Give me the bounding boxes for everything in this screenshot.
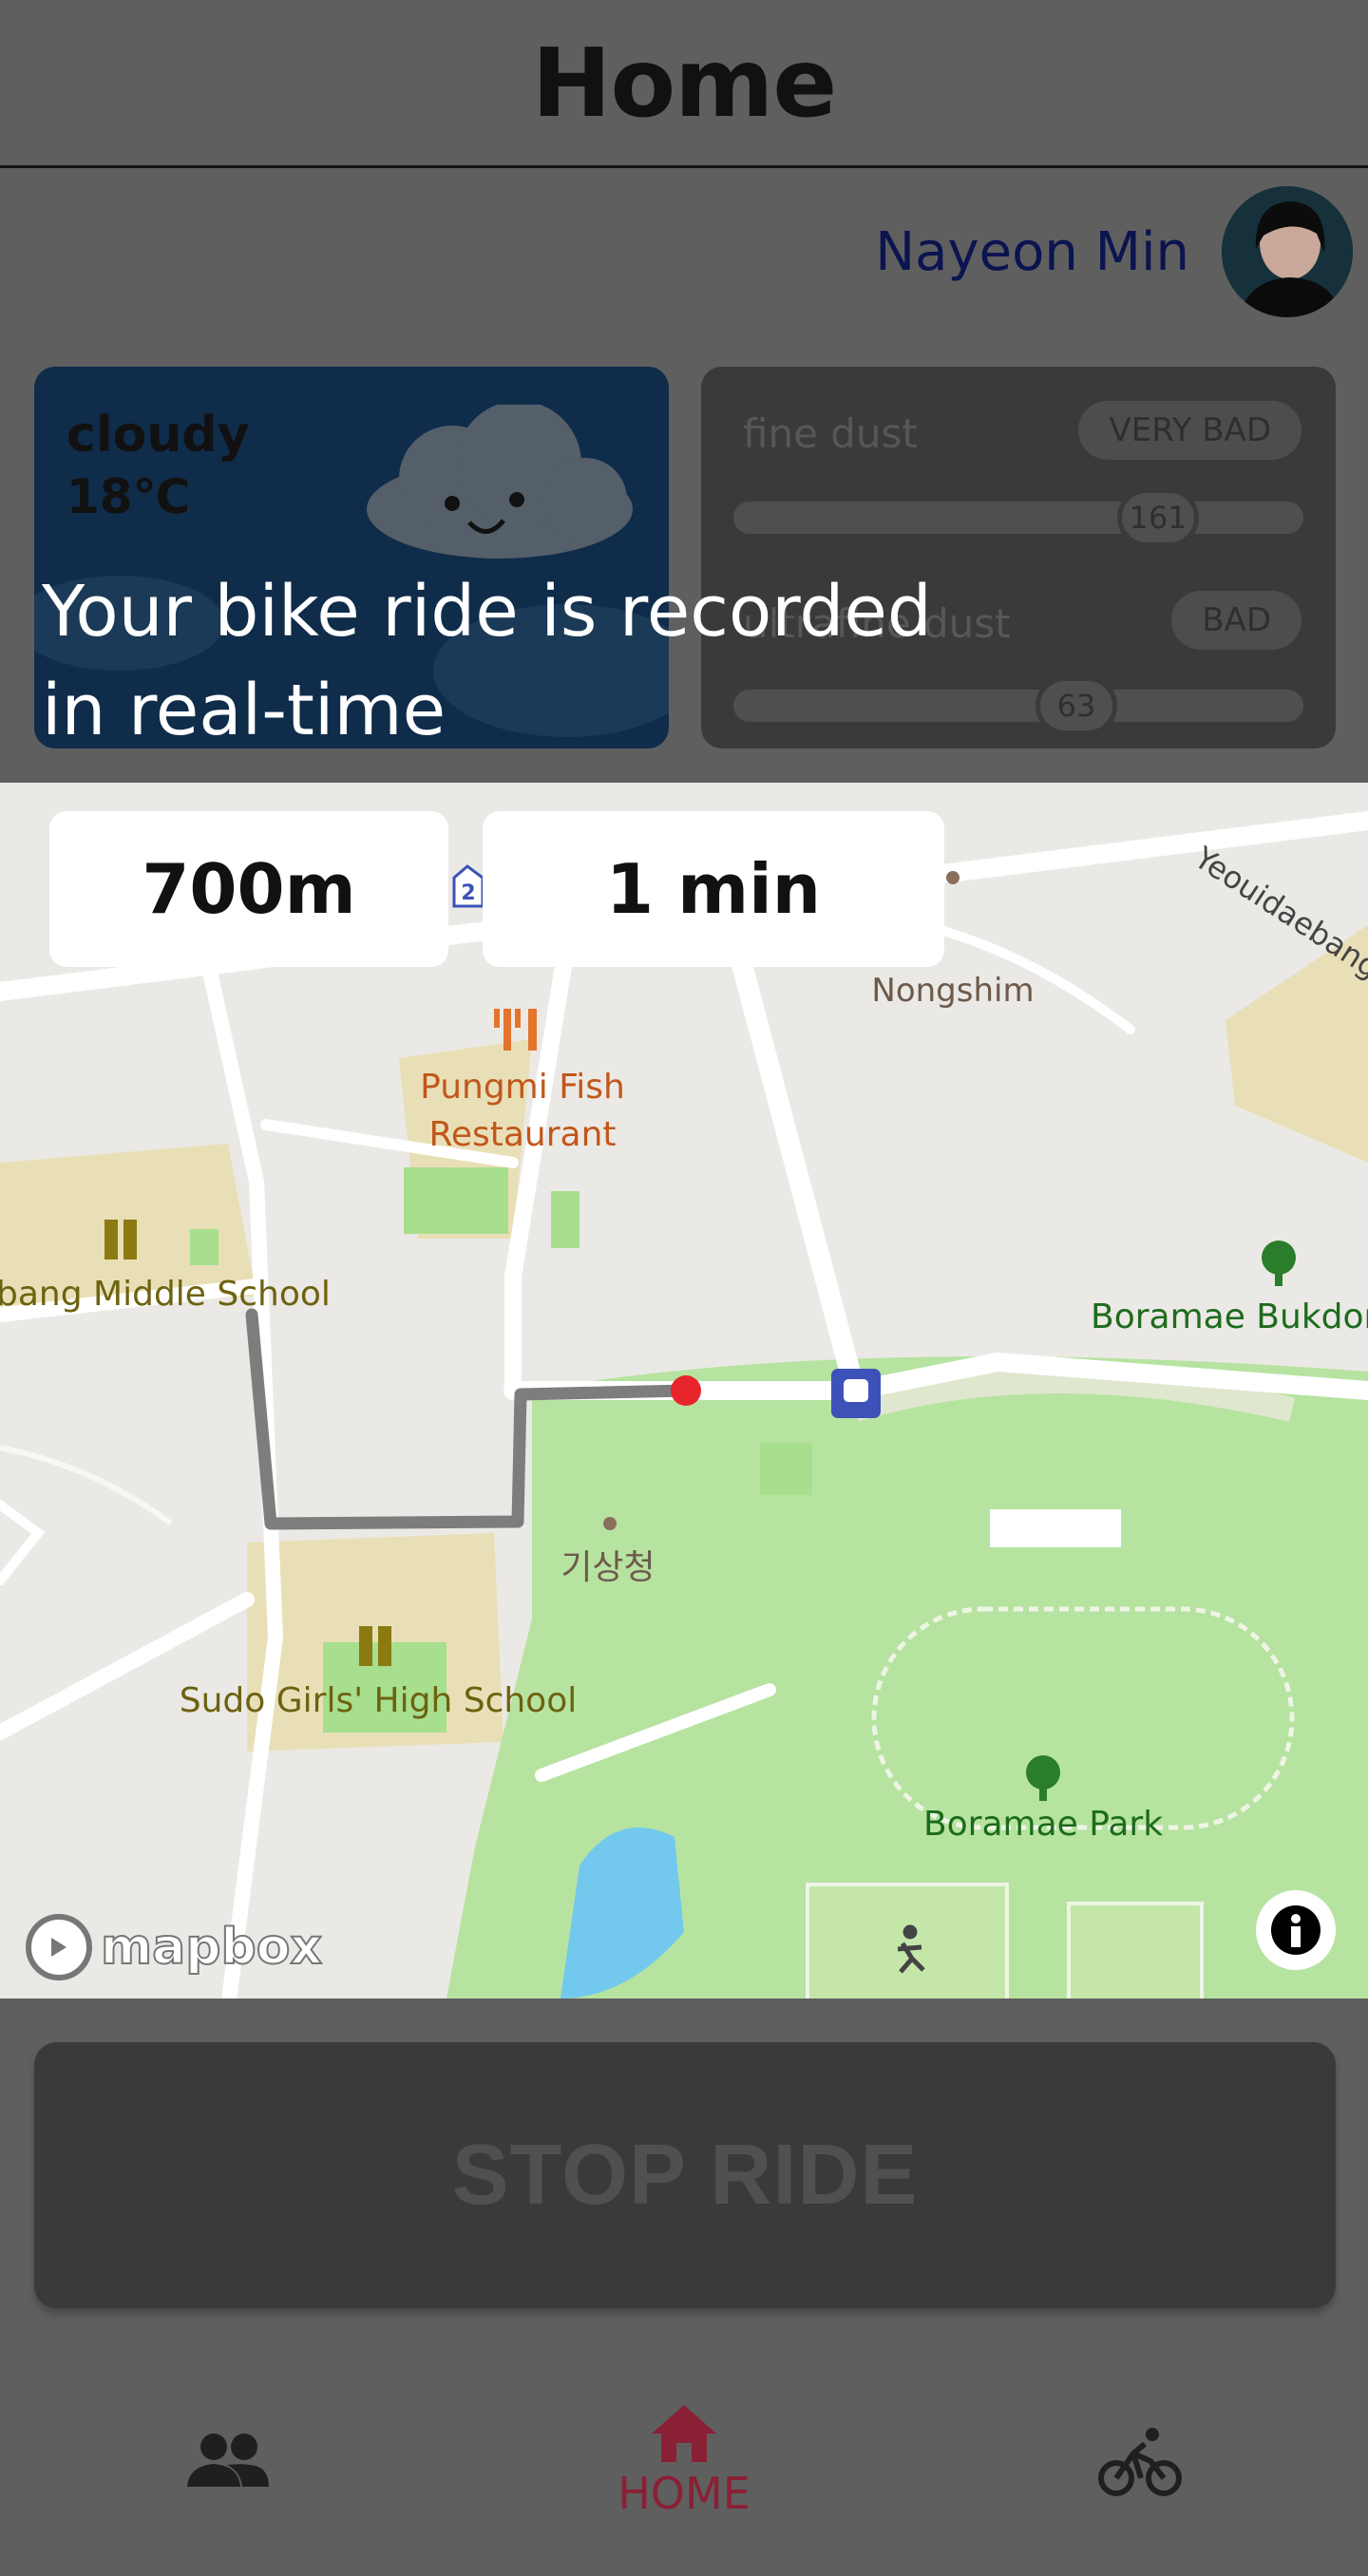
- poi-dot: [603, 1517, 617, 1530]
- cloud-icon: [367, 405, 633, 559]
- nav-home-label: HOME: [618, 2468, 750, 2519]
- recording-notice: Your bike ride is recorded in real-time: [42, 562, 932, 760]
- distance-pill: 700m: [49, 811, 448, 967]
- mapbox-logo[interactable]: mapbox: [23, 1911, 323, 1983]
- recording-notice-line-2: in real-time: [42, 670, 446, 751]
- label-nongshim: Nongshim: [871, 972, 1034, 1010]
- home-icon: [652, 2405, 716, 2462]
- recording-notice-line-1: Your bike ride is recorded: [42, 571, 932, 653]
- fine-dust-value: 161: [1117, 488, 1199, 547]
- fine-dust-label: fine dust: [743, 410, 918, 457]
- label-restaurant-2: Restaurant: [428, 1115, 616, 1154]
- people-icon: [187, 2434, 269, 2487]
- label-park: Boramae Park: [923, 1805, 1163, 1844]
- label-restaurant-1: Pungmi Fish: [420, 1068, 625, 1107]
- avatar-image: [1222, 186, 1353, 317]
- ride-duration: 1 min: [605, 849, 822, 929]
- avatar[interactable]: [1222, 186, 1353, 317]
- nav-ride[interactable]: [998, 2366, 1282, 2556]
- app-header: Home: [0, 0, 1368, 168]
- label-kma: 기상청: [560, 1548, 655, 1587]
- page-title: Home: [531, 27, 837, 139]
- label-middle-school: bang Middle School: [0, 1275, 331, 1314]
- ride-map[interactable]: 2 Nongshim Yeouidaebang Pungmi Fish Rest…: [0, 783, 1368, 1998]
- road-shield-number: 2: [461, 881, 475, 905]
- fine-dust-slider: [733, 502, 1303, 534]
- user-profile[interactable]: Nayeon Min: [875, 180, 1353, 323]
- ultrafine-dust-value: 63: [1036, 676, 1117, 735]
- user-name: Nayeon Min: [875, 220, 1189, 283]
- mapbox-wordmark: mapbox: [100, 1918, 323, 1977]
- weather-condition: cloudy: [66, 407, 250, 464]
- mapbox-icon: [26, 1914, 92, 1980]
- current-position-marker: [671, 1375, 701, 1406]
- nav-home[interactable]: HOME: [542, 2366, 826, 2556]
- label-girls-school: Sudo Girls' High School: [180, 1681, 577, 1720]
- bottom-navigation: HOME: [0, 2346, 1368, 2576]
- label-bukdong: Boramae Bukdon: [1091, 1297, 1368, 1336]
- fine-dust-status-badge: VERY BAD: [1078, 401, 1302, 460]
- ride-distance: 700m: [142, 849, 356, 929]
- poi-dot: [946, 871, 960, 884]
- weather-info: cloudy 18℃: [66, 407, 250, 524]
- park-building: [990, 1509, 1121, 1547]
- map-info-button[interactable]: [1256, 1890, 1336, 1970]
- nav-friends[interactable]: [86, 2366, 370, 2556]
- weather-temperature: 18℃: [66, 469, 191, 524]
- info-icon: [1271, 1905, 1320, 1955]
- stop-ride-button[interactable]: STOP RIDE: [34, 2042, 1336, 2308]
- bike-icon: [1098, 2428, 1182, 2496]
- ultrafine-dust-status-badge: BAD: [1171, 591, 1302, 650]
- duration-pill: 1 min: [483, 811, 944, 967]
